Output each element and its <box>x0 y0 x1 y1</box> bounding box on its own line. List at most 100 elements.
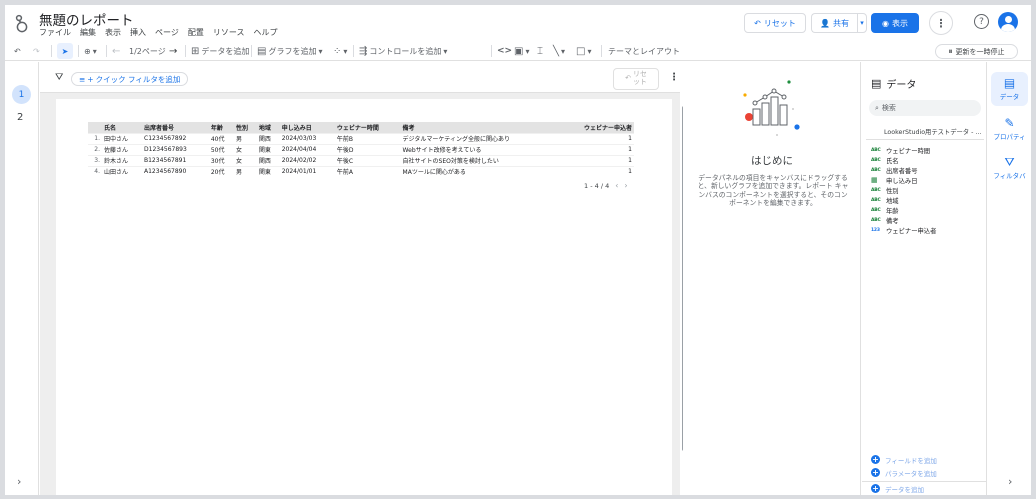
page-tab-2[interactable]: 2 <box>17 112 23 123</box>
table-header-date[interactable]: 申し込み日 <box>279 122 335 133</box>
menu-arrange[interactable]: 配置 <box>188 27 204 38</box>
field-list: ABC ウェビナー時間 ABC 氏名 ABC 出席者番号 ▦ 申し込み日 ABC… <box>871 145 983 235</box>
report-title[interactable]: 無題のレポート <box>39 9 134 29</box>
redo-button[interactable]: ↷ <box>33 43 40 59</box>
add-data-toolbar-button[interactable]: ⊞ データを追加 <box>191 43 249 59</box>
view-button[interactable]: ◉ 表示 <box>871 13 919 33</box>
filter-icon: ⛛ <box>1004 155 1015 169</box>
share-dropdown-button[interactable]: ▾ <box>857 13 867 33</box>
filter-bar-tab-label: フィルタバ <box>993 172 1026 180</box>
field-label: 備考 <box>886 217 899 225</box>
reset-button[interactable]: ↶ リセット <box>744 13 806 33</box>
field-label: 年齢 <box>886 207 899 215</box>
table-header-time[interactable]: ウェビナー時間 <box>334 122 401 133</box>
field-item[interactable]: ▦ 申し込み日 <box>871 175 983 185</box>
prev-page-button[interactable]: ← <box>112 43 120 59</box>
more-options-button[interactable]: ⋮ <box>929 11 953 35</box>
table-header-sex[interactable]: 性別 <box>234 122 257 133</box>
data-table[interactable]: 氏名 出席者番号 年齢 性別 地域 申し込み日 ウェビナー時間 備考 ウェビナー… <box>88 122 634 177</box>
add-data-button[interactable]: + データを追加 <box>862 481 986 495</box>
field-label: 性別 <box>886 187 899 195</box>
data-panel-header: ▤ データ <box>871 76 916 91</box>
header: 無題のレポート ファイル 編集 表示 挿入 ページ 配置 リソース ヘルプ ↶ … <box>5 5 1031 41</box>
add-parameter-button[interactable]: + パラメータを追加 <box>871 466 983 479</box>
page-tab-1[interactable]: 1 <box>12 85 31 104</box>
table-header-age[interactable]: 年齢 <box>208 122 235 133</box>
add-control-label: コントロールを追加 <box>369 46 442 56</box>
embed-code-button[interactable]: <> <box>497 43 512 59</box>
expand-pages-chevron-icon[interactable]: › <box>17 475 21 488</box>
undo-button[interactable]: ↶ <box>14 43 21 59</box>
table-row: 1. 田中さん C1234567892 40代 男 関西 2024/03/03 … <box>88 132 634 144</box>
menu-page[interactable]: ページ <box>155 27 179 38</box>
properties-tab[interactable]: ✎ プロパティ <box>991 112 1028 146</box>
table-header-name[interactable]: 氏名 <box>102 122 142 133</box>
theme-layout-button[interactable]: テーマとレイアウト <box>608 43 680 59</box>
undo-reset-icon: ↶ <box>625 74 631 83</box>
data-tab[interactable]: ▤ データ <box>991 72 1028 106</box>
add-chart-button[interactable]: ▤ グラフを追加 ▾ <box>257 43 322 59</box>
cell-sex: 男 <box>234 165 257 177</box>
cell-age: 20代 <box>208 165 235 177</box>
cell-sex: 女 <box>234 154 257 166</box>
looker-studio-logo-icon <box>15 14 28 33</box>
field-item[interactable]: ABC 地域 <box>871 195 983 205</box>
menu-resource[interactable]: リソース <box>213 27 245 38</box>
filter-reset-label: リセ ット <box>633 71 647 86</box>
field-item[interactable]: ABC 氏名 <box>871 155 983 165</box>
account-avatar[interactable] <box>998 12 1018 32</box>
menu-view[interactable]: 表示 <box>105 27 121 38</box>
add-control-button[interactable]: ⇶ コントロールを追加 ▾ <box>359 43 447 59</box>
toolbar-divider <box>106 45 107 57</box>
filter-bar-tab[interactable]: ⛛ フィルタバ <box>991 151 1028 185</box>
text-type-icon: ABC <box>871 217 881 223</box>
menu-insert[interactable]: 挿入 <box>130 27 146 38</box>
filter-reset-button[interactable]: ↶ リセ ット <box>613 68 659 90</box>
menu-help[interactable]: ヘルプ <box>253 27 277 38</box>
quick-filter-button[interactable]: ≡ + クイック フィルタを追加 <box>71 72 189 86</box>
insert-text-button[interactable]: ⌶ <box>537 43 543 59</box>
caret-down-icon: ▾ <box>443 46 448 56</box>
insert-image-button[interactable]: ▣ ▾ <box>514 43 529 59</box>
table-header-id[interactable]: 出席者番号 <box>142 122 209 133</box>
pager-prev-chevron-icon[interactable]: ‹ <box>615 181 618 190</box>
person-add-icon: 👤 <box>820 18 830 28</box>
zoom-button[interactable]: ⊕ ▾ <box>84 43 97 59</box>
field-item[interactable]: ABC 年齢 <box>871 205 983 215</box>
table-header-count[interactable]: ウェビナー申込者 <box>559 122 634 133</box>
cursor-icon: ➤ <box>61 46 69 56</box>
field-item[interactable]: 123 ウェビナー申込者 <box>871 225 983 235</box>
field-item[interactable]: ABC 備考 <box>871 215 983 225</box>
cell-note: MAツールに関心がある <box>400 165 560 177</box>
collapse-panel-chevron-icon[interactable]: › <box>1008 475 1012 488</box>
data-source-name[interactable]: LookerStudio用テストデータ - シート1 <box>884 127 984 136</box>
menu-edit[interactable]: 編集 <box>80 27 96 38</box>
insert-line-button[interactable]: ╲ ▾ <box>553 43 565 59</box>
community-viz-button[interactable]: ⁘ ▾ <box>333 43 347 59</box>
cell-sex: 女 <box>234 143 257 155</box>
table-row: 3. 鈴木さん B1234567891 30代 女 関西 2024/02/02 … <box>88 154 634 166</box>
canvas-menu-dots-icon[interactable]: ⋮ <box>669 72 679 83</box>
cell-count: 1 <box>559 132 634 144</box>
pager-next-chevron-icon[interactable]: › <box>624 181 627 190</box>
menu-file[interactable]: ファイル <box>39 27 71 38</box>
add-field-button[interactable]: + フィールドを追加 <box>871 453 983 466</box>
share-button[interactable]: 👤 共有 <box>811 13 857 33</box>
next-page-button[interactable]: → <box>169 43 177 59</box>
arrow-left-icon: ← <box>112 45 121 57</box>
insert-shape-button[interactable]: □ ▾ <box>576 43 591 59</box>
field-item[interactable]: ABC ウェビナー時間 <box>871 145 983 155</box>
field-search-input[interactable]: ⌕ 検索 <box>869 100 981 116</box>
report-page[interactable]: 氏名 出席者番号 年齢 性別 地域 申し込み日 ウェビナー時間 備考 ウェビナー… <box>56 99 672 495</box>
field-item[interactable]: ABC 出席者番号 <box>871 165 983 175</box>
help-button[interactable]: ? <box>974 14 989 29</box>
field-item[interactable]: ABC 性別 <box>871 185 983 195</box>
pause-updates-button[interactable]: ⏸ 更新を一時停止 <box>935 44 1018 59</box>
properties-tab-label: プロパティ <box>993 133 1026 141</box>
row-index: 3. <box>88 154 102 166</box>
code-icon: <> <box>497 46 513 56</box>
cell-time: 午前A <box>334 165 401 177</box>
table-header-note[interactable]: 備考 <box>400 122 560 133</box>
select-tool-button[interactable]: ➤ <box>57 43 73 59</box>
table-header-region[interactable]: 地域 <box>256 122 280 133</box>
